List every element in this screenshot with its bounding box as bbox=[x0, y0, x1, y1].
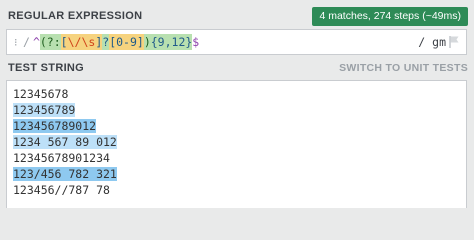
match-highlight: 123/456 782 321 bbox=[13, 167, 117, 181]
regex-token-range: [0-9] bbox=[109, 34, 144, 50]
test-line-match: 1234 567 89 012 bbox=[13, 134, 466, 150]
test-line-text: 123456//787 78 bbox=[13, 183, 110, 197]
regex-section-header: REGULAR EXPRESSION 4 matches, 274 steps … bbox=[0, 3, 474, 29]
regex-token-quantifier: {9,12} bbox=[150, 34, 193, 50]
regex-token-class-open: [ bbox=[60, 34, 68, 50]
regex-token-group-close: ) bbox=[143, 34, 151, 50]
regex-section-title: REGULAR EXPRESSION bbox=[8, 10, 143, 22]
match-info-badge: 4 matches, 274 steps (~49ms) bbox=[312, 6, 468, 26]
regex-token-escape-space: \s bbox=[81, 34, 96, 50]
match-highlight: 123456789012 bbox=[13, 119, 97, 133]
flag-icon[interactable] bbox=[448, 35, 460, 49]
regex-open-delimiter: / bbox=[23, 35, 30, 49]
test-line: 123456//787 78 bbox=[13, 182, 466, 198]
regex-token-optional: ? bbox=[102, 34, 110, 50]
regex-token-class-close: ] bbox=[95, 34, 103, 50]
regex-token-anchor-end: $ bbox=[192, 35, 200, 49]
test-line-match: 123456789012 bbox=[13, 118, 466, 134]
match-highlight: 123456789 bbox=[13, 103, 76, 117]
test-line-match: 123/456 782 321 bbox=[13, 166, 466, 182]
test-section-title: TEST STRING bbox=[8, 62, 85, 74]
test-line-text: 12345678901234 bbox=[13, 151, 110, 165]
switch-to-unit-tests-link[interactable]: SWITCH TO UNIT TESTS bbox=[339, 62, 468, 74]
regex-flags[interactable]: / gm bbox=[418, 35, 446, 49]
regex-token-group-open: (?: bbox=[39, 34, 61, 50]
test-line: 12345678 bbox=[13, 86, 466, 102]
regex-input[interactable]: ⁝ / ^ (?: [ \/ \s ] ? [0-9] ) {9,12} $ /… bbox=[6, 29, 467, 55]
test-string-input[interactable]: 12345678 123456789 123456789012 1234 567… bbox=[6, 80, 467, 208]
test-line-match: 123456789 bbox=[13, 102, 466, 118]
regex-pattern[interactable]: ^ (?: [ \/ \s ] ? [0-9] ) {9,12} $ bbox=[33, 34, 199, 50]
test-section-header: TEST STRING SWITCH TO UNIT TESTS bbox=[0, 55, 474, 81]
match-highlight: 1234 567 89 012 bbox=[13, 135, 117, 149]
test-line: 12345678901234 bbox=[13, 150, 466, 166]
regex-token-escape-slash: \/ bbox=[67, 34, 82, 50]
drag-handle-icon[interactable]: ⁝ bbox=[14, 36, 20, 49]
regex-token-anchor-start: ^ bbox=[32, 35, 40, 49]
test-line-text: 12345678 bbox=[13, 87, 69, 101]
